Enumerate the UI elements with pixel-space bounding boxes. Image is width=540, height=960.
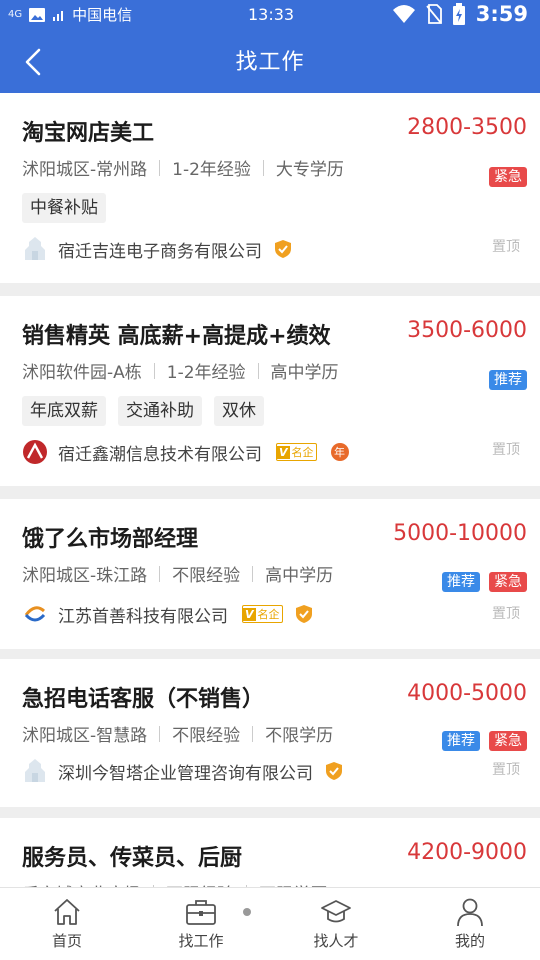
briefcase-icon [156,896,246,928]
tab-find-job[interactable]: 找工作 [156,896,246,951]
job-experience: 不限经验 [172,726,241,746]
tab-label: 找工作 [178,932,224,950]
job-experience: 1-2年经验 [166,363,246,383]
pinned-label: 置顶 [492,442,520,458]
job-title: 销售精英 高底薪+高提成+绩效 [22,324,331,349]
carrier-name: 中国电信 [72,6,133,24]
company-name: 江苏首善科技有限公司 [58,606,228,627]
tab-label: 首页 [51,932,82,950]
benefit-tag: 双休 [214,396,264,426]
benefit-tags: 年底双薪 交通补助 双休 [22,396,264,426]
graduation-cap-icon [291,896,381,928]
company-logo-icon [22,758,48,784]
tab-label: 我的 [454,932,485,950]
signal-icon [53,10,64,21]
job-meta: 沭阳软件园-A栋 1-2年经验 高中学历 [22,358,339,383]
company-logo-icon [22,236,48,262]
badge-group: 推荐 紧急 [442,572,527,592]
job-card[interactable]: 服务员、传菜员、后厨 4200-9000 乐之城商业广场 不限经验 不限学历 [0,818,540,905]
job-title: 饿了么市场部经理 [22,527,199,552]
company-name: 宿迁吉连电子商务有限公司 [58,241,262,262]
job-card[interactable]: 饿了么市场部经理 5000-10000 沭阳城区-珠江路 不限经验 高中学历 推… [0,499,540,649]
urgent-badge: 紧急 [489,167,527,187]
tab-home[interactable]: 首页 [22,896,112,951]
job-salary: 5000-10000 [393,521,527,546]
job-education: 高中学历 [265,566,334,586]
job-salary: 3500-6000 [407,318,527,343]
job-location: 沭阳城区-珠江路 [22,566,148,586]
person-icon [425,896,515,928]
company-row[interactable]: 江苏首善科技有限公司 V 名企 [22,601,313,627]
job-education: 高中学历 [270,363,339,383]
verified-shield-icon [295,604,313,624]
job-location: 沭阳软件园-A栋 [22,363,142,383]
job-card[interactable]: 淘宝网店美工 2800-3500 沭阳城区-常州路 1-2年经验 大专学历 紧急… [0,93,540,283]
urgent-badge: 紧急 [489,572,527,592]
benefit-tag: 年底双薪 [22,396,106,426]
tab-label: 找人才 [313,932,359,950]
badge-group: 推荐 [489,370,527,390]
bottom-tab-bar: 首页 找工作 找人才 我的 [0,887,540,960]
company-row[interactable]: 深圳今智塔企业管理咨询有限公司 [22,758,343,784]
recommend-badge: 推荐 [489,370,527,390]
recommend-badge: 推荐 [442,731,480,751]
job-location: 沭阳城区-智慧路 [22,726,148,746]
badge-group: 紧急 [489,167,527,187]
home-icon [22,896,112,928]
job-title: 淘宝网店美工 [22,121,155,146]
tab-find-talent[interactable]: 找人才 [291,896,381,951]
job-location: 沭阳城区-常州路 [22,160,148,180]
verified-shield-icon [274,239,292,259]
battery-charging-icon [452,3,465,25]
navbar: 找工作 [0,32,540,93]
company-logo-icon [22,439,48,465]
benefit-tag: 交通补助 [118,396,202,426]
badge-group: 推荐 紧急 [442,731,527,751]
benefit-tag: 中餐补贴 [22,193,106,223]
pinned-label: 置顶 [492,762,520,778]
company-logo-icon [22,601,48,627]
indicator-dot [243,908,251,916]
job-meta: 沭阳城区-珠江路 不限经验 高中学历 [22,561,333,586]
job-experience: 不限经验 [172,566,241,586]
job-card[interactable]: 急招电话客服（不销售） 4000-5000 沭阳城区-智慧路 不限经验 不限学历… [0,659,540,807]
pinned-label: 置顶 [492,239,520,255]
job-title: 服务员、传菜员、后厨 [22,846,243,871]
job-experience: 1-2年经验 [172,160,251,180]
company-row[interactable]: 宿迁鑫潮信息技术有限公司 V 名企 年 [22,439,349,465]
job-education: 大专学历 [275,160,344,180]
job-salary: 2800-3500 [407,115,527,140]
job-meta: 沭阳城区-常州路 1-2年经验 大专学历 [22,155,344,180]
recommend-badge: 推荐 [442,572,480,592]
vip-company-badge: V 名企 [276,443,317,461]
benefit-tags: 中餐补贴 [22,193,106,223]
company-name: 深圳今智塔企业管理咨询有限公司 [58,763,313,784]
verified-shield-icon [325,761,343,781]
year-badge-icon: 年 [330,443,349,461]
company-name: 宿迁鑫潮信息技术有限公司 [58,444,262,465]
job-salary: 4000-5000 [407,681,527,706]
job-salary: 4200-9000 [407,840,527,865]
job-card[interactable]: 销售精英 高底薪+高提成+绩效 3500-6000 沭阳软件园-A栋 1-2年经… [0,296,540,486]
status-time-large: 3:59 [475,2,528,26]
urgent-badge: 紧急 [489,731,527,751]
tab-mine[interactable]: 我的 [425,896,515,951]
status-time: 13:33 [248,5,295,24]
wifi-icon [392,5,415,23]
pinned-label: 置顶 [492,606,520,622]
app-header: 4G 中国电信 13:33 3:59 找工作 [0,0,540,93]
job-meta: 沭阳城区-智慧路 不限经验 不限学历 [22,721,333,746]
job-education: 不限学历 [265,726,334,746]
status-bar: 4G 中国电信 13:33 3:59 [0,0,540,32]
vip-company-badge: V 名企 [242,605,283,623]
image-notification-icon [29,7,46,22]
job-title: 急招电话客服（不销售） [22,687,265,712]
network-type: 4G [8,8,23,20]
page-title: 找工作 [235,50,305,75]
company-row[interactable]: 宿迁吉连电子商务有限公司 [22,236,292,262]
no-sim-icon [426,4,442,24]
